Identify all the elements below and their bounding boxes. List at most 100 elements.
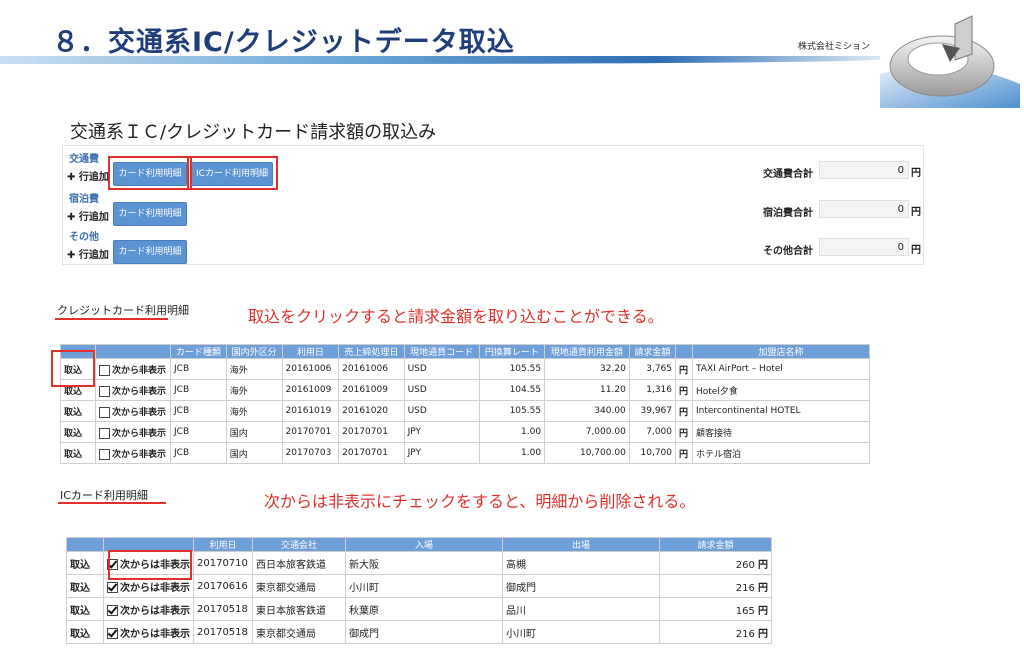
checkbox-checked-icon[interactable] bbox=[107, 582, 118, 593]
amount: 1,316 bbox=[628, 379, 677, 401]
use-date: 20161019 bbox=[281, 400, 340, 422]
transport-company: 東京都交通局 bbox=[252, 574, 346, 598]
yen-unit: 円 bbox=[675, 358, 693, 380]
ic-note: 次からは非表示にチェックをすると、明細から削除される。 bbox=[264, 492, 696, 511]
hide-next-label: 次からは非表示 bbox=[120, 605, 190, 617]
hide-next-checkbox[interactable]: 次から非表示 bbox=[95, 442, 171, 464]
col-header-amount: 請求金額 bbox=[659, 537, 772, 552]
add-row-button-hotel[interactable]: ✚ 行追加 bbox=[67, 208, 109, 223]
yen-unit: 円 bbox=[758, 559, 768, 571]
transport-company: 東日本旅客鉄道 bbox=[252, 597, 346, 621]
hide-next-label: 次からは非表示 bbox=[120, 582, 190, 594]
total-label-hotel: 宿泊費合計 bbox=[763, 208, 813, 219]
exit-station: 高槻 bbox=[502, 551, 660, 575]
table-row: 取込 次からは非表示 20170518 東京都交通局 御成門 小川町 216 円 bbox=[66, 620, 772, 644]
col-header bbox=[66, 537, 104, 552]
checkbox-icon[interactable] bbox=[99, 448, 110, 460]
use-date: 20170518 bbox=[193, 597, 253, 621]
col-header-close-date: 売上締処理日 bbox=[338, 344, 405, 359]
col-header-currency: 現地通貨コード bbox=[403, 344, 480, 359]
col-header-exit: 出場 bbox=[502, 537, 660, 552]
hide-next-checkbox[interactable]: 次からは非表示 bbox=[103, 597, 194, 621]
hide-next-checkbox[interactable]: 次から非表示 bbox=[95, 400, 171, 422]
store-name: TAXI AirPort – Hotel bbox=[692, 358, 870, 380]
import-button[interactable]: 取込 bbox=[66, 574, 104, 598]
credit-header-row: カード種類 国内外区分 利用日 売上締処理日 現地通貨コード 円換算レート 現地… bbox=[60, 344, 870, 359]
local-amount: 340.00 bbox=[544, 400, 630, 422]
import-button[interactable]: 取込 bbox=[60, 400, 96, 422]
region: 海外 bbox=[225, 400, 283, 422]
yen-unit: 円 bbox=[758, 605, 768, 617]
yen-unit: 円 bbox=[675, 400, 693, 422]
total-value-other: 0 bbox=[819, 238, 909, 256]
use-date: 20170703 bbox=[281, 442, 340, 464]
card-type: JCB bbox=[170, 379, 227, 401]
col-header-rate: 円換算レート bbox=[478, 344, 546, 359]
card-detail-button-hotel[interactable]: カード利用明細 bbox=[113, 202, 187, 226]
transport-company: 西日本旅客鉄道 bbox=[252, 551, 346, 575]
ic-section-title: ICカード利用明細 bbox=[60, 489, 148, 502]
amount: 165 bbox=[735, 605, 755, 617]
region: 国内 bbox=[225, 421, 283, 443]
highlight-hide-checkbox bbox=[108, 550, 192, 580]
rate: 1.00 bbox=[478, 421, 546, 443]
col-header-local-amount: 現地通貨利用金額 bbox=[544, 344, 630, 359]
checkbox-checked-icon[interactable] bbox=[107, 605, 118, 616]
hide-next-checkbox[interactable]: 次から非表示 bbox=[95, 358, 171, 380]
close-date: 20161020 bbox=[338, 400, 405, 422]
store-name: Intercontinental HOTEL bbox=[692, 400, 870, 422]
hide-next-label: 次から非表示 bbox=[112, 428, 167, 439]
hide-next-checkbox[interactable]: 次から非表示 bbox=[95, 421, 171, 443]
card-detail-button-other[interactable]: カード利用明細 bbox=[113, 240, 187, 264]
use-date: 20170710 bbox=[193, 551, 253, 575]
category-label-other: その他 bbox=[69, 232, 99, 243]
card-type: JCB bbox=[170, 358, 227, 380]
hide-next-checkbox[interactable]: 次からは非表示 bbox=[103, 620, 194, 644]
add-row-button-transport[interactable]: ✚ 行追加 bbox=[67, 168, 109, 183]
hide-next-checkbox[interactable]: 次から非表示 bbox=[95, 379, 171, 401]
category-label-hotel: 宿泊費 bbox=[69, 194, 99, 205]
import-button[interactable]: 取込 bbox=[66, 597, 104, 621]
import-button[interactable]: 取込 bbox=[60, 442, 96, 464]
rate: 105.55 bbox=[478, 358, 546, 380]
checkbox-icon[interactable] bbox=[99, 385, 110, 397]
yen-unit-hotel: 円 bbox=[911, 207, 921, 218]
use-date: 20161009 bbox=[281, 379, 340, 401]
hide-next-label: 次からは非表示 bbox=[120, 628, 190, 640]
region: 海外 bbox=[225, 358, 283, 380]
company-name: 株式会社ミション bbox=[798, 42, 871, 52]
checkbox-icon[interactable] bbox=[99, 427, 110, 439]
highlight-card-button bbox=[108, 156, 192, 190]
currency: USD bbox=[403, 358, 480, 380]
col-header-entry: 入場 bbox=[345, 537, 503, 552]
import-button[interactable]: 取込 bbox=[60, 421, 96, 443]
category-label-transport: 交通費 bbox=[69, 154, 99, 165]
section-title: 交通系ＩＣ/クレジットカード請求額の取込み bbox=[70, 122, 437, 143]
import-panel: 交通費 ✚ 行追加 カード利用明細 ICカード利用明細 交通費合計 0 円 宿泊… bbox=[62, 145, 924, 265]
amount: 7,000 bbox=[628, 421, 677, 443]
col-header-region: 国内外区分 bbox=[225, 344, 283, 359]
rate: 1.00 bbox=[478, 442, 546, 464]
card-type: JCB bbox=[170, 442, 227, 464]
use-date: 20170701 bbox=[281, 421, 340, 443]
credit-note: 取込をクリックすると請求金額を取り込むことができる。 bbox=[248, 307, 664, 326]
yen-unit: 円 bbox=[675, 421, 693, 443]
checkbox-checked-icon[interactable] bbox=[107, 628, 118, 639]
checkbox-icon[interactable] bbox=[99, 406, 110, 418]
add-row-button-other[interactable]: ✚ 行追加 bbox=[67, 246, 109, 261]
title-band bbox=[0, 56, 880, 64]
checkbox-icon[interactable] bbox=[99, 364, 110, 376]
hide-next-label: 次から非表示 bbox=[112, 386, 167, 397]
total-value-transport: 0 bbox=[819, 161, 909, 179]
hide-next-label: 次から非表示 bbox=[112, 407, 167, 418]
col-header-date: 利用日 bbox=[281, 344, 340, 359]
local-amount: 11.20 bbox=[544, 379, 630, 401]
import-button[interactable]: 取込 bbox=[66, 551, 104, 575]
table-row: 取込 次からは非表示 20170518 東日本旅客鉄道 秋葉原 品川 165 円 bbox=[66, 597, 772, 621]
import-button[interactable]: 取込 bbox=[66, 620, 104, 644]
yen-unit: 円 bbox=[758, 628, 768, 640]
table-row: 取込 次から非表示 JCB 国内 20170703 20170701 JPY 1… bbox=[60, 442, 870, 464]
amount: 216 bbox=[735, 628, 755, 640]
yen-unit: 円 bbox=[675, 379, 693, 401]
entry-station: 新大阪 bbox=[345, 551, 503, 575]
